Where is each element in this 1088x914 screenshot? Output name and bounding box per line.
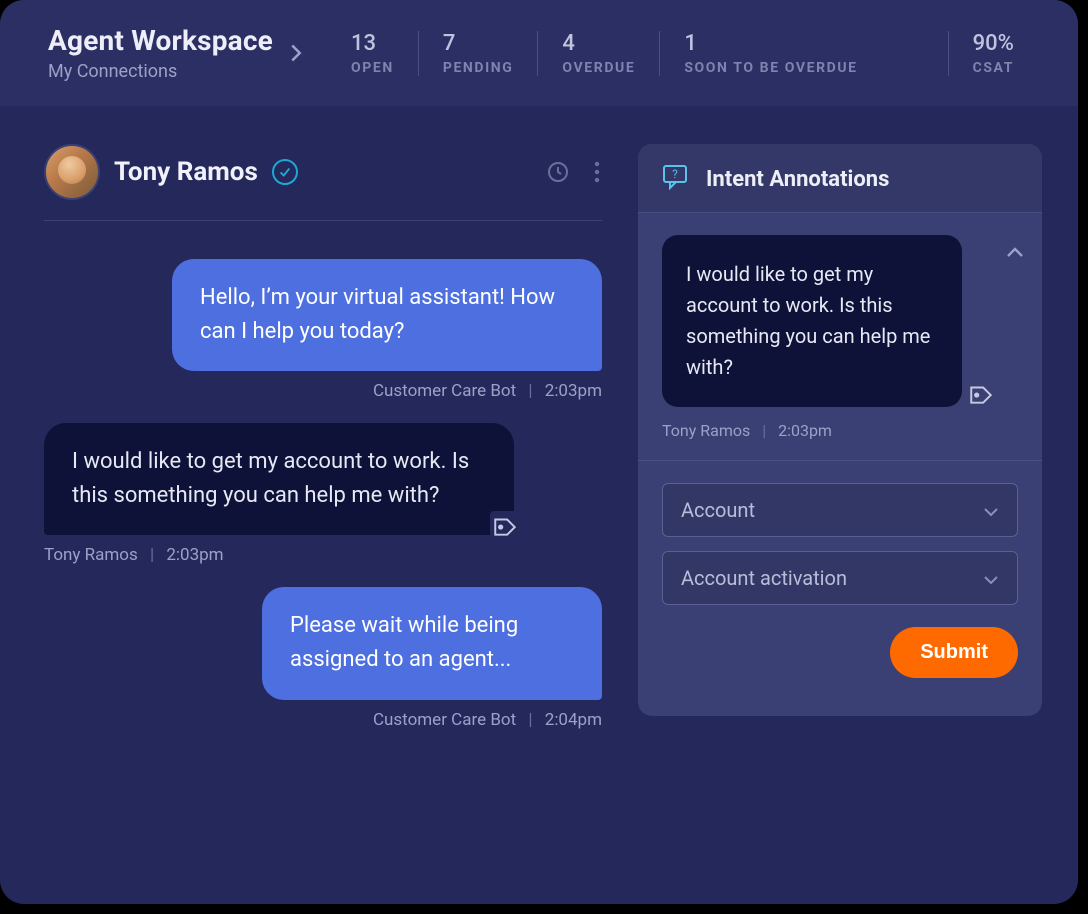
message-item: I would like to get my account to work. … (44, 423, 602, 565)
message-time: 2:03pm (545, 381, 602, 401)
message-list: Hello, I’m your virtual assistant! How c… (44, 221, 602, 730)
more-menu-icon[interactable] (592, 160, 602, 184)
customer-avatar[interactable] (44, 144, 100, 200)
message-item: Hello, I’m your virtual assistant! How c… (44, 259, 602, 401)
annotate-icon[interactable] (966, 379, 996, 409)
title-block: Agent Workspace My Connections (48, 24, 273, 82)
panel-header: ? Intent Annotations (638, 144, 1042, 213)
customer-name: Tony Ramos (114, 157, 258, 187)
clock-icon[interactable] (546, 160, 570, 184)
message-meta: Tony Ramos | 2:03pm (44, 545, 224, 565)
intent-select[interactable]: Account activation (662, 551, 1018, 605)
stat-label: OPEN (351, 60, 394, 76)
stat-label: PENDING (443, 60, 514, 76)
message-author: Tony Ramos (44, 545, 138, 565)
message-meta: Customer Care Bot | 2:03pm (373, 381, 602, 401)
stat-open[interactable]: 13 OPEN (327, 31, 418, 76)
breadcrumb[interactable]: My Connections (48, 61, 273, 82)
stat-value: 1 (684, 31, 857, 56)
quote-time: 2:03pm (778, 421, 832, 440)
chevron-right-icon (289, 43, 303, 63)
stat-label: CSAT (973, 60, 1014, 76)
stat-overdue[interactable]: 4 OVERDUE (537, 31, 659, 76)
quote-meta: Tony Ramos | 2:03pm (662, 421, 1018, 440)
annotate-icon[interactable] (490, 511, 520, 541)
topic-select[interactable]: Account (662, 483, 1018, 537)
side-panel-column: ? Intent Annotations I would like to get… (638, 144, 1042, 892)
panel-body: I would like to get my account to work. … (638, 213, 1042, 716)
stat-csat[interactable]: 90% CSAT (948, 31, 1038, 76)
app-root: Agent Workspace My Connections 13 OPEN 7… (0, 0, 1078, 904)
stat-pending[interactable]: 7 PENDING (418, 31, 538, 76)
select-value: Account activation (681, 566, 847, 590)
message-author: Customer Care Bot (373, 710, 516, 730)
main-area: Tony Ramos Hello, I’m your virtual assis… (0, 106, 1078, 892)
bot-message-bubble[interactable]: Hello, I’m your virtual assistant! How c… (172, 259, 602, 371)
chevron-down-icon (983, 498, 999, 522)
message-meta: Customer Care Bot | 2:04pm (373, 710, 602, 730)
chat-header: Tony Ramos (44, 144, 602, 221)
panel-title: Intent Annotations (706, 167, 889, 192)
message-time: 2:04pm (545, 710, 602, 730)
stat-label: OVERDUE (562, 60, 635, 76)
stat-value: 4 (562, 31, 635, 56)
quote-author: Tony Ramos (662, 421, 750, 440)
divider (638, 460, 1042, 461)
stat-value: 7 (443, 31, 514, 56)
stat-label: SOON TO BE OVERDUE (684, 60, 857, 76)
chat-column: Tony Ramos Hello, I’m your virtual assis… (44, 144, 602, 892)
quoted-message: I would like to get my account to work. … (662, 235, 962, 407)
app-title: Agent Workspace (48, 24, 273, 57)
message-item: Please wait while being assigned to an a… (44, 587, 602, 729)
svg-text:?: ? (672, 167, 678, 181)
verified-badge-icon (272, 159, 298, 185)
chevron-down-icon (983, 566, 999, 590)
select-value: Account (681, 498, 755, 522)
stat-value: 13 (351, 31, 394, 56)
header-bar: Agent Workspace My Connections 13 OPEN 7… (0, 0, 1078, 106)
stat-value: 90% (973, 31, 1014, 56)
submit-button[interactable]: Submit (890, 627, 1018, 678)
bot-message-bubble[interactable]: Please wait while being assigned to an a… (262, 587, 602, 699)
intent-panel: ? Intent Annotations I would like to get… (638, 144, 1042, 716)
stat-soon-overdue[interactable]: 1 SOON TO BE OVERDUE (659, 31, 881, 76)
message-author: Customer Care Bot (373, 381, 516, 401)
user-message-bubble[interactable]: I would like to get my account to work. … (44, 423, 514, 535)
message-time: 2:03pm (166, 545, 223, 565)
stats-container: 13 OPEN 7 PENDING 4 OVERDUE 1 SOON TO BE… (327, 31, 1038, 76)
collapse-icon[interactable] (1006, 243, 1024, 262)
intent-icon: ? (662, 164, 690, 194)
